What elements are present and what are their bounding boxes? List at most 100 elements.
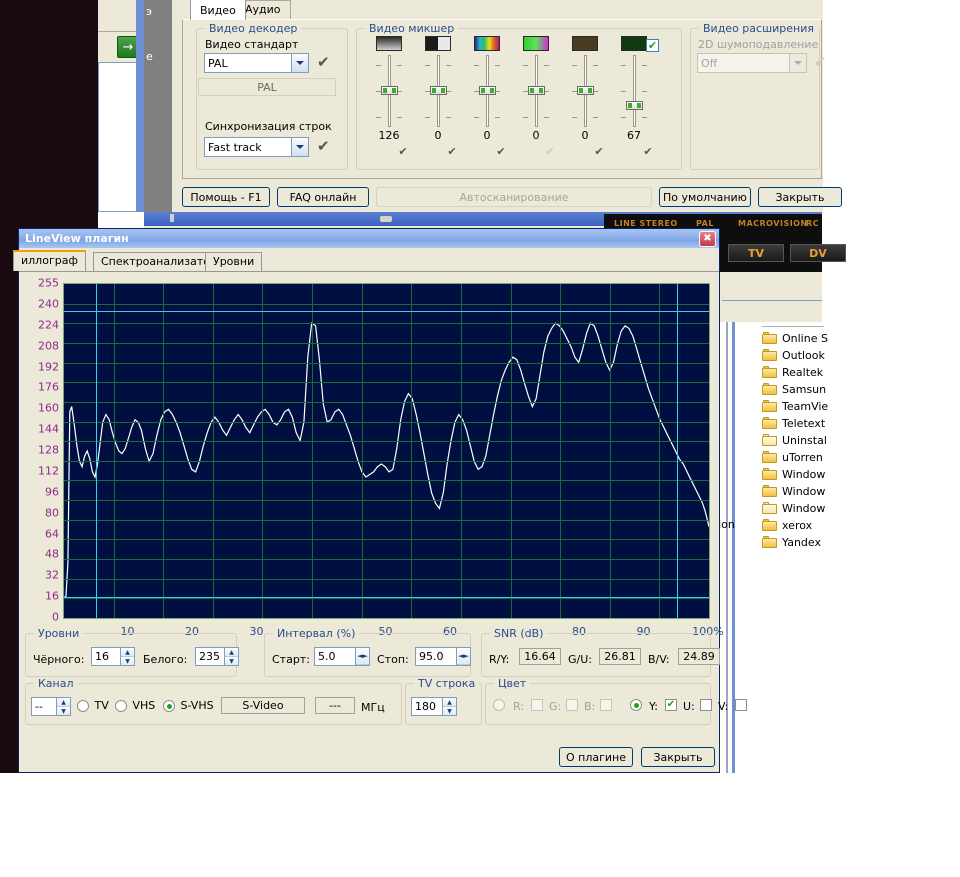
spin-down-icon[interactable]: ▼ — [443, 707, 456, 715]
help-button[interactable]: Помощь - F1 — [182, 187, 270, 207]
noise-thumb[interactable] — [626, 101, 643, 110]
explorer-folder-list[interactable]: Online S Outlook Realtek Samsun TeamVie … — [762, 330, 960, 551]
checkbox-r[interactable] — [531, 699, 543, 711]
saturation-track[interactable] — [513, 55, 559, 127]
white-level-stepper[interactable]: 235 ▲▼ — [195, 647, 239, 666]
spin-down-icon[interactable]: ▼ — [121, 657, 134, 665]
tab-video[interactable]: Видео — [190, 0, 246, 20]
line-sync-combobox[interactable]: Fast track — [204, 137, 309, 157]
mixer-slider-noise[interactable]: 67 ✔ — [611, 36, 657, 155]
list-item[interactable]: xerox — [762, 517, 960, 534]
interval-stop-stepper[interactable]: 95.0 ◄► — [415, 647, 471, 666]
spin-down-icon[interactable]: ▼ — [225, 657, 238, 665]
video-standard-combobox[interactable]: PAL — [204, 53, 309, 73]
settings-tabstrip[interactable]: Видео Аудио — [182, 0, 822, 20]
spin-left-right-icon[interactable]: ◄► — [457, 648, 470, 665]
defaults-button[interactable]: По умолчанию — [659, 187, 751, 207]
white-level-spin-buttons[interactable]: ▲▼ — [224, 647, 239, 666]
folder-label: Uninstal — [782, 434, 827, 447]
dvd-mode-button[interactable]: DV — [790, 244, 846, 262]
black-level-spin-buttons[interactable]: ▲▼ — [120, 647, 135, 666]
radio-vhs[interactable]: VHS — [115, 699, 155, 712]
brightness-thumb[interactable] — [381, 86, 398, 95]
list-item[interactable]: Window — [762, 466, 960, 483]
about-plugin-button[interactable]: О плагине — [559, 747, 633, 767]
close-icon[interactable]: ✖ — [699, 231, 716, 247]
radio-rgb-mode[interactable] — [493, 699, 505, 711]
checkbox-u[interactable] — [700, 699, 712, 711]
checkbox-b[interactable] — [600, 699, 612, 711]
brightness-track[interactable] — [366, 55, 412, 127]
spin-up-icon[interactable]: ▲ — [225, 648, 238, 657]
checkbox-y[interactable]: ✔ — [665, 699, 677, 711]
black-level-stepper[interactable]: 16 ▲▼ — [91, 647, 135, 666]
saturation-thumb[interactable] — [528, 86, 545, 95]
list-item[interactable]: Samsun — [762, 381, 960, 398]
list-item[interactable]: Online S — [762, 330, 960, 347]
chevron-down-icon[interactable] — [291, 54, 308, 72]
spin-up-icon[interactable]: ▲ — [443, 698, 456, 707]
list-item[interactable]: Yandex — [762, 534, 960, 551]
interval-stop-spin-buttons[interactable]: ◄► — [456, 647, 471, 666]
noise-track[interactable] — [611, 55, 657, 127]
tv-line-value[interactable]: 180 — [411, 697, 442, 716]
chevron-down-icon[interactable] — [291, 138, 308, 156]
chart-plot-area[interactable] — [63, 283, 710, 619]
mixer-slider-contrast[interactable]: 0 ✔ — [415, 36, 461, 155]
list-item[interactable]: Realtek — [762, 364, 960, 381]
tv-line-stepper[interactable]: 180 ▲▼ — [411, 697, 457, 716]
contrast-thumb[interactable] — [430, 86, 447, 95]
faq-online-button[interactable]: FAQ онлайн — [277, 187, 369, 207]
mixer-slider-hue[interactable]: 0 ✔ — [464, 36, 510, 155]
channel-stepper[interactable]: -- ▲▼ — [31, 697, 71, 716]
video-standard-apply-icon[interactable]: ✔ — [317, 55, 330, 70]
radio-tv-indicator[interactable] — [77, 700, 89, 712]
spin-up-icon[interactable]: ▲ — [121, 648, 134, 657]
tab-oscilloscope[interactable]: иллограф — [13, 250, 86, 271]
radio-svhs[interactable]: S-VHS — [163, 699, 214, 712]
contrast-track[interactable] — [415, 55, 461, 127]
tv-tuner-titlebar-button[interactable] — [380, 216, 392, 222]
list-item[interactable]: Window — [762, 500, 960, 517]
tv-mode-button[interactable]: TV — [728, 244, 784, 262]
line-sync-apply-icon[interactable]: ✔ — [317, 139, 330, 154]
lineview-tabstrip[interactable]: иллограф Спектроанализатор Уровни — [19, 250, 719, 272]
spin-left-right-icon[interactable]: ◄► — [356, 648, 369, 665]
list-item[interactable]: Uninstal — [762, 432, 960, 449]
spin-down-icon[interactable]: ▼ — [57, 707, 70, 715]
mixer-enable-checkbox[interactable]: ✔ — [646, 39, 659, 52]
mixer-slider-brightness[interactable]: 126 ✔ — [366, 36, 412, 155]
radio-yuv-mode[interactable] — [630, 699, 642, 711]
sharpness-thumb[interactable] — [577, 86, 594, 95]
black-level-value[interactable]: 16 — [91, 647, 120, 666]
noise-apply-icon[interactable]: ✔ — [625, 146, 671, 157]
interval-start-value[interactable]: 5.0 — [314, 647, 355, 666]
hue-track[interactable] — [464, 55, 510, 127]
list-item[interactable]: Outlook — [762, 347, 960, 364]
close-dialog-button[interactable]: Закрыть — [758, 187, 842, 207]
interval-start-spin-buttons[interactable]: ◄► — [355, 647, 370, 666]
interval-start-stepper[interactable]: 5.0 ◄► — [314, 647, 370, 666]
list-item[interactable]: TeamVie — [762, 398, 960, 415]
spin-up-icon[interactable]: ▲ — [57, 698, 70, 707]
radio-vhs-indicator[interactable] — [115, 700, 127, 712]
list-item[interactable]: Window — [762, 483, 960, 500]
radio-tv[interactable]: TV — [77, 699, 109, 712]
checkbox-g[interactable] — [566, 699, 578, 711]
sharpness-track[interactable] — [562, 55, 608, 127]
tv-line-spin-buttons[interactable]: ▲▼ — [442, 697, 457, 716]
lineview-titlebar[interactable]: LineView плагин ✖ — [19, 229, 719, 248]
mixer-slider-sharpness[interactable]: 0 ✔ — [562, 36, 608, 155]
list-item[interactable]: Teletext — [762, 415, 960, 432]
channel-spin-buttons[interactable]: ▲▼ — [56, 697, 71, 716]
mixer-slider-saturation[interactable]: 0 ✔ — [513, 36, 559, 155]
white-level-value[interactable]: 235 — [195, 647, 224, 666]
channel-value[interactable]: -- — [31, 697, 56, 716]
radio-svhs-indicator[interactable] — [163, 700, 175, 712]
list-item[interactable]: uTorren — [762, 449, 960, 466]
tab-levels[interactable]: Уровни — [205, 252, 262, 271]
checkbox-v[interactable] — [735, 699, 747, 711]
interval-stop-value[interactable]: 95.0 — [415, 647, 456, 666]
close-plugin-button[interactable]: Закрыть — [641, 747, 715, 767]
hue-thumb[interactable] — [479, 86, 496, 95]
